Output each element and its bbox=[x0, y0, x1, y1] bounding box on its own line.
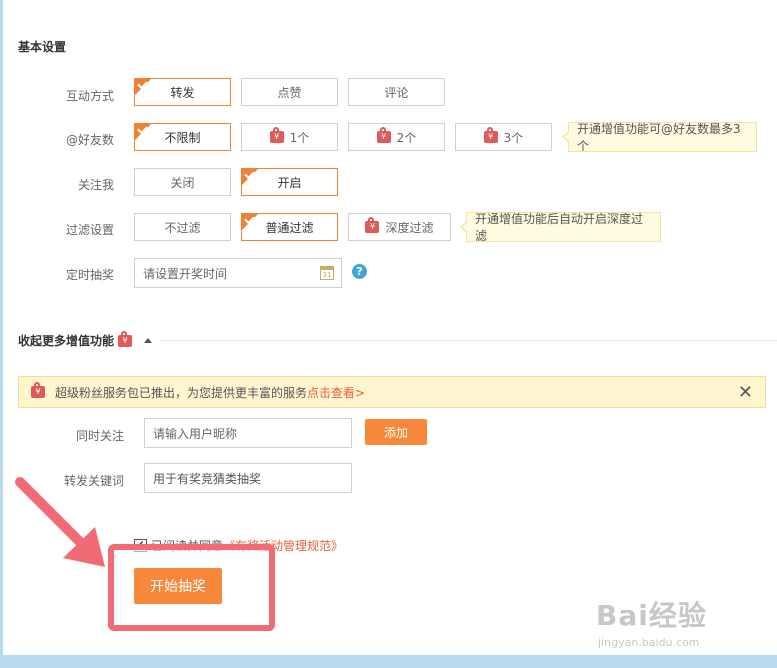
tip-text: 开通增值功能可@好友数最多3个 bbox=[577, 122, 741, 153]
notice-link[interactable]: 点击查看> bbox=[307, 384, 365, 401]
red-packet-icon bbox=[483, 127, 498, 143]
calendar-icon[interactable]: 31 bbox=[320, 266, 334, 280]
label-schedule: 定时抽奖 bbox=[65, 268, 114, 282]
option-label: 转发 bbox=[170, 85, 195, 100]
option-follow-on[interactable]: 开启 bbox=[241, 168, 338, 196]
option-interaction-like[interactable]: 点赞 bbox=[241, 78, 338, 106]
start-lottery-button[interactable]: 开始抽奖 bbox=[134, 568, 222, 604]
red-packet-icon bbox=[365, 217, 380, 233]
tip-friends: 开通增值功能可@好友数最多3个 bbox=[562, 122, 757, 153]
label-follow: 关注我 bbox=[77, 178, 114, 192]
section-title-more: 收起更多增值功能 bbox=[18, 334, 115, 348]
option-label: 点赞 bbox=[277, 85, 302, 100]
add-button[interactable]: 添加 bbox=[365, 419, 427, 445]
page-frame-bottom bbox=[0, 655, 777, 668]
close-icon[interactable]: ✕ bbox=[738, 382, 753, 403]
option-label: 深度过滤 bbox=[385, 220, 434, 235]
option-label: 1个 bbox=[289, 130, 310, 145]
option-filter-normal[interactable]: 普通过滤 bbox=[241, 213, 338, 241]
option-friends-unlimited[interactable]: 不限制 bbox=[134, 123, 231, 151]
option-label: 3个 bbox=[503, 130, 524, 145]
red-packet-icon bbox=[31, 382, 45, 398]
label-co-follow: 同时关注 bbox=[75, 429, 124, 443]
notice-text: 超级粉丝服务包已推出，为您提供更丰富的服务 bbox=[55, 385, 308, 400]
section-divider bbox=[160, 340, 777, 341]
option-filter-none[interactable]: 不过滤 bbox=[134, 213, 231, 241]
help-icon[interactable]: ? bbox=[352, 264, 367, 279]
section-title-basic: 基本设置 bbox=[18, 40, 67, 54]
red-packet-icon bbox=[118, 330, 133, 347]
pointer-arrow-icon bbox=[15, 477, 105, 567]
watermark-url: jingyan.baidu.com bbox=[598, 636, 700, 649]
calendar-header bbox=[321, 267, 333, 270]
tip-filter: 开通增值功能后自动开启深度过滤 bbox=[460, 212, 661, 243]
baidu-watermark: Bai经验 jingyan.baidu.com bbox=[596, 594, 707, 649]
option-filter-deep[interactable]: 深度过滤 bbox=[348, 213, 451, 241]
watermark-brand: Bai经验 bbox=[596, 599, 707, 632]
notice-banner: 超级粉丝服务包已推出，为您提供更丰富的服务 点击查看> ✕ bbox=[18, 376, 766, 408]
label-interaction: 互动方式 bbox=[65, 89, 114, 103]
option-label: 开启 bbox=[277, 175, 302, 190]
label-at-friends: @好友数 bbox=[65, 133, 114, 147]
calendar-day: 31 bbox=[322, 271, 332, 279]
option-friends-2[interactable]: 2个 bbox=[348, 123, 445, 151]
collapse-arrow-icon bbox=[144, 338, 153, 343]
co-follow-input[interactable]: 请输入用户昵称 bbox=[144, 418, 352, 448]
tip-text: 开通增值功能后自动开启深度过滤 bbox=[475, 212, 644, 243]
red-packet-icon bbox=[376, 127, 391, 143]
option-follow-off[interactable]: 关闭 bbox=[134, 168, 231, 196]
label-filter: 过滤设置 bbox=[65, 223, 114, 237]
input-placeholder: 请设置开奖时间 bbox=[143, 266, 228, 281]
option-friends-3[interactable]: 3个 bbox=[455, 123, 552, 151]
option-label: 普通过滤 bbox=[265, 220, 314, 235]
keyword-input[interactable]: 用于有奖竞猜类抽奖 bbox=[144, 463, 352, 493]
option-label: 评论 bbox=[384, 85, 409, 100]
option-interaction-forward[interactable]: 转发 bbox=[134, 78, 231, 106]
option-label: 不限制 bbox=[164, 130, 201, 145]
option-interaction-comment[interactable]: 评论 bbox=[348, 78, 445, 106]
option-label: 不过滤 bbox=[164, 220, 201, 235]
schedule-datetime-input[interactable]: 请设置开奖时间 31 bbox=[134, 258, 342, 288]
red-packet-icon bbox=[269, 127, 284, 143]
option-label: 2个 bbox=[396, 130, 417, 145]
option-label: 关闭 bbox=[170, 175, 195, 190]
option-friends-1[interactable]: 1个 bbox=[241, 123, 338, 151]
collapse-more-toggle[interactable]: 收起更多增值功能 bbox=[18, 330, 153, 349]
input-value: 用于有奖竞猜类抽奖 bbox=[153, 471, 262, 486]
input-placeholder: 请输入用户昵称 bbox=[153, 426, 238, 441]
